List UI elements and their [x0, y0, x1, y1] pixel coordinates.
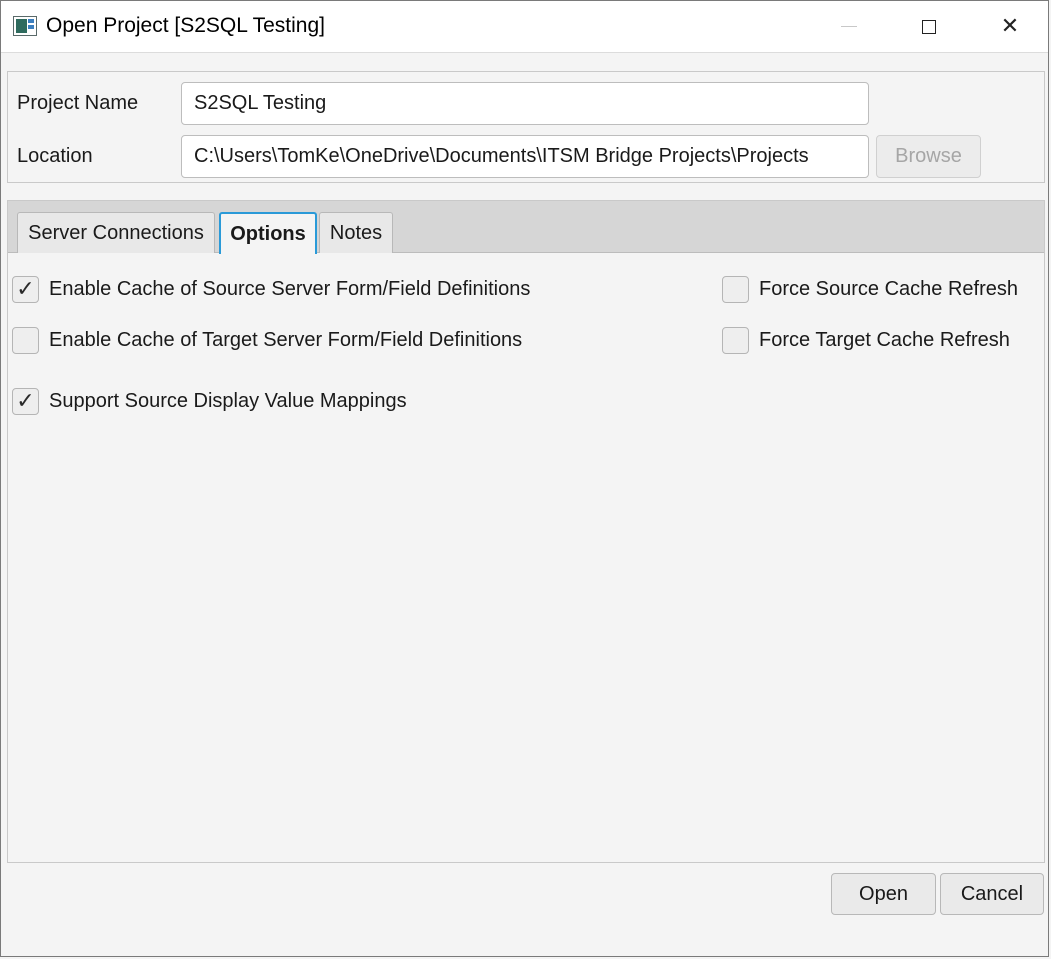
minimize-icon [841, 26, 857, 27]
tab-header: Server Connections Options Notes [8, 201, 1044, 254]
location-field[interactable]: C:\Users\TomKe\OneDrive\Documents\ITSM B… [181, 135, 869, 178]
support-display-value-mappings-label: Support Source Display Value Mappings [49, 390, 407, 412]
browse-button[interactable]: Browse [876, 135, 981, 178]
option-force-target-cache-refresh[interactable]: Force Target Cache Refresh [722, 327, 1010, 354]
project-name-label: Project Name [17, 92, 139, 114]
enable-target-cache-label: Enable Cache of Target Server Form/Field… [49, 329, 523, 351]
cancel-button[interactable]: Cancel [940, 873, 1044, 915]
maximize-button[interactable] [889, 1, 969, 52]
location-label: Location [17, 145, 93, 167]
maximize-icon [922, 19, 936, 34]
tab-pane: Server Connections Options Notes ✓ Enabl… [7, 200, 1045, 863]
force-source-cache-refresh-label: Force Source Cache Refresh [759, 278, 1019, 300]
enable-source-cache-label: Enable Cache of Source Server Form/Field… [49, 278, 531, 300]
option-enable-target-cache[interactable]: Enable Cache of Target Server Form/Field… [12, 327, 522, 354]
checkmark-icon: ✓ [16, 387, 35, 413]
app-window-icon [13, 16, 37, 36]
enable-source-cache-checkbox[interactable]: ✓ [12, 276, 39, 303]
support-display-value-mappings-checkbox[interactable]: ✓ [12, 388, 39, 415]
enable-target-cache-checkbox[interactable] [12, 327, 39, 354]
open-project-dialog: Open Project [S2SQL Testing] ✕ Project N… [0, 0, 1049, 957]
tab-options[interactable]: Options [219, 212, 317, 254]
window-title: Open Project [S2SQL Testing] [46, 14, 325, 37]
force-target-cache-refresh-label: Force Target Cache Refresh [759, 329, 1010, 351]
open-button[interactable]: Open [831, 873, 936, 915]
close-icon: ✕ [1000, 14, 1020, 39]
minimize-button[interactable] [809, 1, 889, 52]
checkmark-icon: ✓ [16, 275, 35, 301]
close-button[interactable]: ✕ [970, 1, 1050, 52]
project-info-panel: Project Name S2SQL Testing Location C:\U… [7, 71, 1045, 183]
force-source-cache-refresh-checkbox[interactable] [722, 276, 749, 303]
project-name-field[interactable]: S2SQL Testing [181, 82, 869, 125]
tab-notes[interactable]: Notes [319, 212, 393, 253]
option-force-source-cache-refresh[interactable]: Force Source Cache Refresh [722, 276, 1018, 303]
option-enable-source-cache[interactable]: ✓ Enable Cache of Source Server Form/Fie… [12, 276, 530, 303]
force-target-cache-refresh-checkbox[interactable] [722, 327, 749, 354]
tab-server-connections[interactable]: Server Connections [17, 212, 215, 253]
option-support-display-value-mappings[interactable]: ✓ Support Source Display Value Mappings [12, 388, 407, 415]
title-bar[interactable]: Open Project [S2SQL Testing] ✕ [1, 1, 1048, 53]
